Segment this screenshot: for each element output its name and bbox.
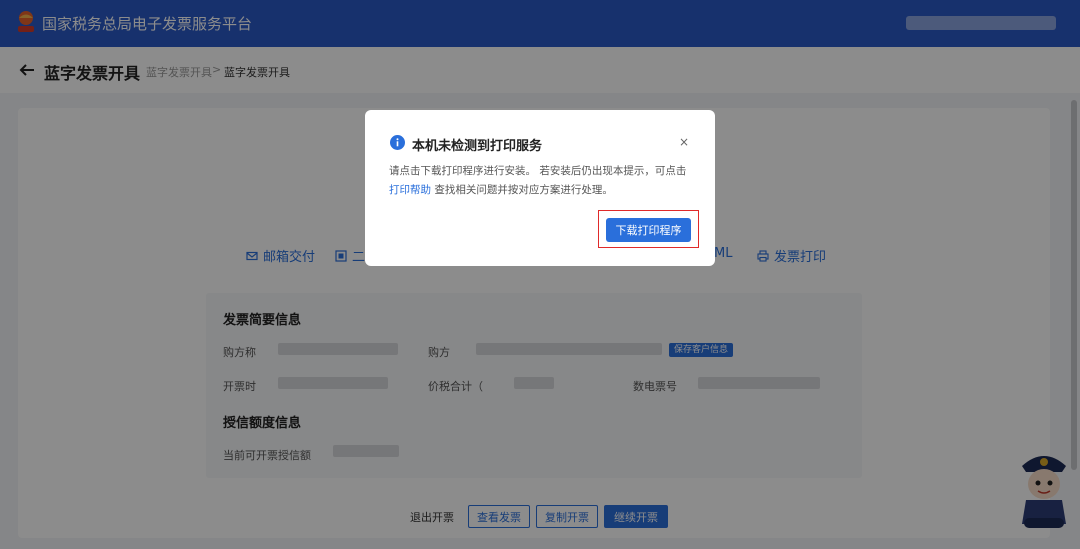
- modal-overlay[interactable]: [0, 0, 1080, 549]
- info-icon: [390, 135, 405, 150]
- print-help-link[interactable]: 打印帮助: [389, 184, 431, 196]
- download-print-program-button[interactable]: 下载打印程序: [606, 218, 691, 242]
- dialog-title: 本机未检测到打印服务: [412, 139, 543, 154]
- dialog-message: 请点击下载打印程序进行安装。 若安装后仍出现本提示，可点击 打印帮助 查找相关问…: [389, 162, 695, 200]
- dialog-message-text-tail: 查找相关问题并按对应方案进行处理。: [431, 184, 613, 196]
- dialog-message-text: 请点击下载打印程序进行安装。 若安装后仍出现本提示，可点击: [389, 165, 687, 177]
- close-icon[interactable]: ×: [679, 135, 689, 149]
